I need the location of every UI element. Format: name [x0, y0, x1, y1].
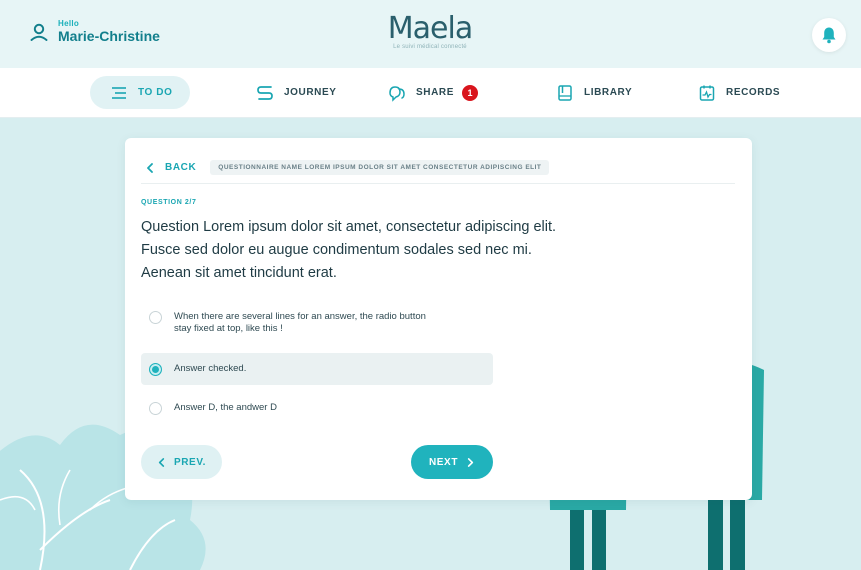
app-header: Hello Marie-Christine Maela Le suivi méd…	[0, 0, 861, 68]
nav-label: LIBRARY	[584, 87, 633, 98]
app-logo[interactable]: Maela Le suivi médical connecté	[360, 11, 500, 51]
answer-label: Answer D, the andwer D	[174, 402, 277, 413]
back-button[interactable]: BACK	[145, 162, 196, 173]
list-icon	[112, 86, 126, 99]
nav-label: JOURNEY	[284, 87, 337, 98]
prev-button[interactable]: PREV.	[141, 445, 222, 479]
nav-item-share[interactable]: SHARE 1	[388, 76, 479, 109]
back-label: BACK	[165, 162, 197, 173]
answer-label: When there are several lines for an answ…	[174, 311, 426, 335]
question-counter: QUESTION 2/7	[141, 199, 197, 206]
answer-option[interactable]: When there are several lines for an answ…	[141, 304, 493, 348]
user-icon	[30, 23, 48, 41]
user-profile[interactable]: Hello Marie-Christine	[28, 19, 160, 45]
main-navigation: TO DO JOURNEY SHARE 1 LIBRARY RECORDS	[0, 68, 861, 118]
nav-item-records[interactable]: RECORDS	[698, 76, 780, 109]
nav-label: TO DO	[138, 87, 173, 98]
radio-button-checked[interactable]	[149, 362, 162, 376]
notifications-button[interactable]	[812, 18, 846, 52]
nav-label: RECORDS	[726, 87, 781, 98]
route-icon	[257, 85, 273, 100]
share-count-badge: 1	[462, 84, 479, 101]
radio-button[interactable]	[149, 311, 162, 324]
question-text: Question Lorem ipsum dolor sit amet, con…	[141, 216, 641, 285]
logo-text: Maela	[387, 11, 473, 46]
prev-label: PREV.	[173, 456, 207, 468]
radio-button[interactable]	[149, 401, 162, 415]
nav-item-journey[interactable]: JOURNEY	[256, 76, 337, 109]
book-icon	[558, 84, 572, 101]
card-toolbar: BACK QUESTIONNAIRE NAME LOREM IPSUM DOLO…	[141, 152, 735, 184]
chevron-left-icon	[158, 457, 165, 467]
logo-tagline: Le suivi médical connecté	[393, 44, 467, 50]
answer-line: When there are several lines for an answ…	[174, 311, 426, 322]
chevron-right-icon	[467, 457, 474, 467]
chevron-left-icon	[147, 162, 153, 173]
answer-line: stay fixed at top, like this !	[174, 323, 283, 334]
answer-label: Answer checked.	[174, 363, 247, 374]
question-line: Aenean sit amet tincidunt erat.	[141, 265, 337, 281]
question-line: Question Lorem ipsum dolor sit amet, con…	[141, 219, 557, 235]
user-name: Marie-Christine	[58, 28, 160, 44]
answer-list: When there are several lines for an answ…	[141, 304, 493, 423]
answer-option[interactable]: Answer D, the andwer D	[141, 393, 493, 423]
share-icon	[389, 85, 405, 102]
records-icon	[699, 85, 715, 101]
nav-label: SHARE	[416, 87, 455, 98]
questionnaire-card: BACK QUESTIONNAIRE NAME LOREM IPSUM DOLO…	[125, 138, 752, 500]
question-line: Fusce sed dolor eu augue condimentum sod…	[141, 242, 532, 258]
greeting-text: Hello	[58, 19, 80, 28]
nav-item-todo[interactable]: TO DO	[90, 76, 191, 109]
next-button[interactable]: NEXT	[411, 445, 493, 479]
answer-option-checked[interactable]: Answer checked.	[141, 353, 493, 385]
questionnaire-name: QUESTIONNAIRE NAME LOREM IPSUM DOLOR SIT…	[210, 160, 550, 175]
next-label: NEXT	[428, 456, 459, 468]
bell-icon	[822, 27, 836, 44]
nav-item-library[interactable]: LIBRARY	[556, 76, 632, 109]
